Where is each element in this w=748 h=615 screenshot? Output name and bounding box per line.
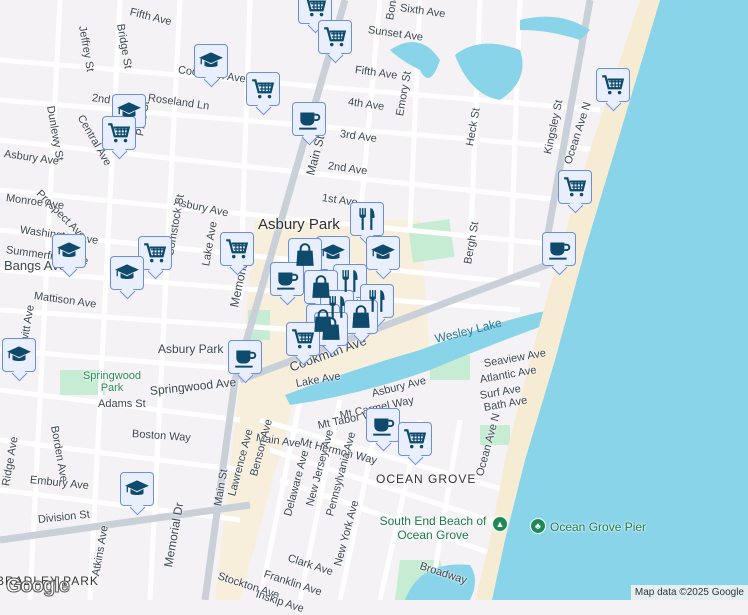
school-marker[interactable] [110,256,144,290]
grocery-marker[interactable] [102,116,136,150]
grocery-marker[interactable] [558,170,592,204]
grocery-marker[interactable] [318,20,352,54]
map-attribution[interactable]: Map data ©2025 Google [630,585,748,600]
graduation-cap-icon [124,476,150,502]
cafe-marker[interactable] [292,102,326,136]
grocery-marker[interactable] [246,72,280,106]
grocery-marker[interactable] [398,422,432,456]
park-label: Springwood Park [82,370,142,394]
restaurant-marker[interactable] [333,264,367,298]
cart-icon [302,0,328,20]
graduation-cap-icon [114,260,140,286]
google-logo: Google [6,575,71,598]
coffee-cup-icon [370,412,396,438]
cafe-marker[interactable] [366,408,400,442]
school-marker[interactable] [52,234,86,268]
coffee-cup-icon [274,266,300,292]
grocery-marker[interactable] [286,322,320,356]
restaurant-marker[interactable] [350,202,384,236]
street-label: Asbury Park [158,342,224,356]
shopping-bag-icon [292,242,318,268]
area-label-ocean-grove: OCEAN GROVE [376,472,477,486]
poi-label-south-end-beach[interactable]: South End Beach of Ocean Grove [378,514,488,542]
shop-marker[interactable] [344,300,378,334]
school-marker[interactable] [316,236,350,270]
grocery-marker[interactable] [138,236,172,270]
poi-label-ocean-grove-pier[interactable]: Ocean Grove Pier [550,520,646,534]
graduation-cap-icon [56,238,82,264]
cafe-marker[interactable] [270,262,304,296]
shopping-bag-icon [318,316,344,342]
cafe-marker[interactable] [542,232,576,266]
coffee-cup-icon [546,236,572,262]
school-marker[interactable] [194,44,228,78]
cart-icon [562,174,588,200]
coffee-cup-icon [296,106,322,132]
cart-icon [600,72,626,98]
pier-pin-icon[interactable]: ♣ [530,518,546,534]
school-marker[interactable] [2,338,36,372]
graduation-cap-icon [370,240,396,266]
grocery-marker[interactable] [220,232,254,266]
school-marker[interactable] [366,236,400,270]
street-label: Adams St [98,398,146,410]
cart-icon [142,240,168,266]
fork-knife-icon [337,268,363,294]
city-label: Asbury Park [258,216,340,233]
cart-icon [322,24,348,50]
cart-icon [290,326,316,352]
school-marker[interactable] [120,472,154,506]
shopping-bag-icon [348,304,374,330]
coffee-cup-icon [232,344,258,370]
cart-icon [224,236,250,262]
graduation-cap-icon [320,240,346,266]
cart-icon [402,426,428,452]
cart-icon [106,120,132,146]
shop-marker[interactable] [314,312,348,346]
cart-icon [250,76,276,102]
beach-pin-icon[interactable]: ▲ [492,516,508,532]
fork-knife-icon [354,206,380,232]
graduation-cap-icon [6,342,32,368]
cafe-marker[interactable] [228,340,262,374]
graduation-cap-icon [198,48,224,74]
grocery-marker[interactable] [596,68,630,102]
